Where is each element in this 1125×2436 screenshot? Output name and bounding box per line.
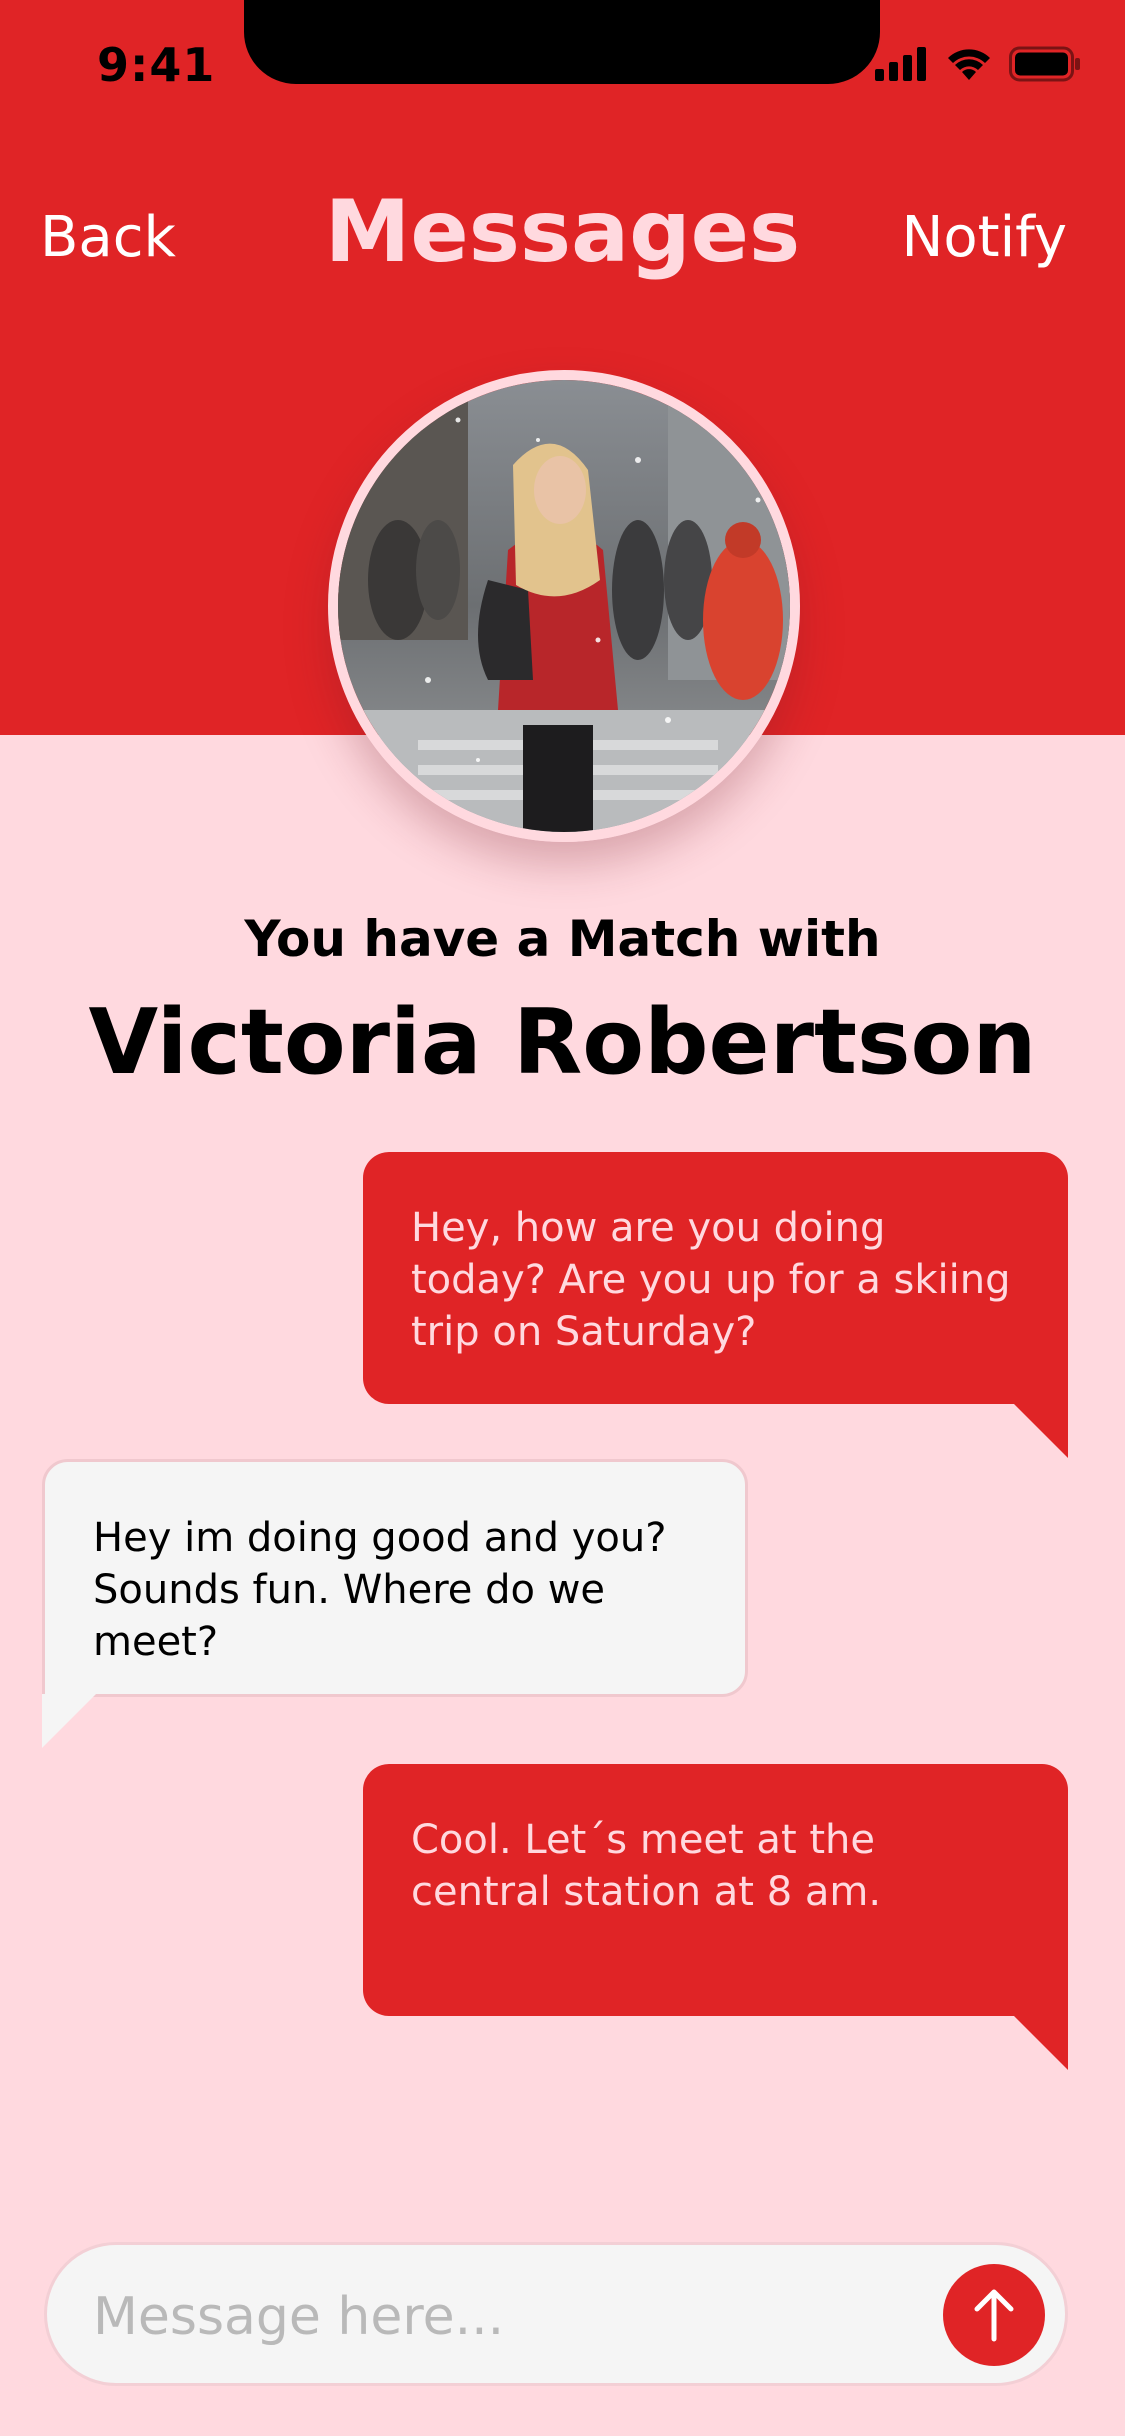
bubble-tail xyxy=(1014,2016,1068,2070)
message-input[interactable] xyxy=(91,2271,915,2363)
bubble-tail xyxy=(42,1694,96,1748)
wifi-icon xyxy=(945,46,993,86)
status-time: 9:41 xyxy=(97,38,216,92)
message-text: Cool. Let´s meet at the central station … xyxy=(411,1817,882,1915)
messages-screen: 9:41 Back Messages Notify You have a Mat… xyxy=(0,0,1125,2436)
message-composer xyxy=(44,2242,1068,2386)
status-icons xyxy=(875,46,1081,86)
signal-icon xyxy=(875,47,929,85)
message-bubble-outgoing: Hey, how are you doing today? Are you up… xyxy=(363,1152,1068,1458)
message-bubble-outgoing: Cool. Let´s meet at the central station … xyxy=(363,1764,1068,2070)
message-text: Hey, how are you doing today? Are you up… xyxy=(411,1205,1011,1355)
arrow-up-icon xyxy=(974,2289,1014,2342)
notify-button[interactable]: Notify xyxy=(901,205,1067,270)
message-text: Hey im doing good and you? Sounds fun. W… xyxy=(93,1515,667,1665)
profile-avatar[interactable] xyxy=(328,370,800,842)
message-bubble-incoming: Hey im doing good and you? Sounds fun. W… xyxy=(42,1459,748,1748)
device-notch xyxy=(244,0,880,84)
send-button[interactable] xyxy=(943,2264,1045,2366)
match-name: Victoria Robertson xyxy=(88,990,1037,1095)
match-subtitle: You have a Match with xyxy=(244,910,881,968)
profile-photo xyxy=(338,380,790,832)
battery-icon xyxy=(1009,46,1081,86)
bubble-tail xyxy=(1014,1404,1068,1458)
